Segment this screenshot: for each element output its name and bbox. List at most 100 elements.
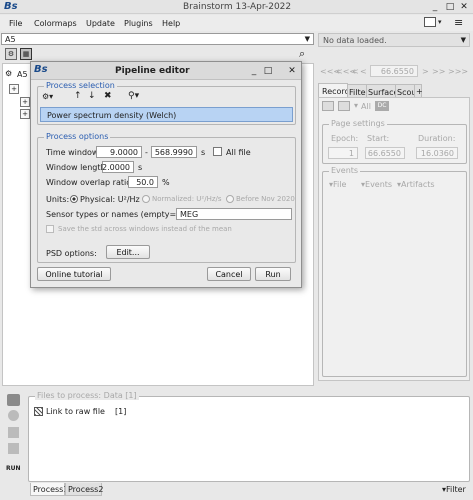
pipeline-editor-dialog: Bs Pipeline editor _ □ ✕ Process selecti… xyxy=(30,61,302,288)
close-icon[interactable]: ✕ xyxy=(459,2,469,12)
duration-field[interactable]: 16.0360 xyxy=(416,147,458,159)
display-mode-icon[interactable] xyxy=(338,101,350,111)
pipeline-menu-icon[interactable]: ⚲▾ xyxy=(128,91,139,101)
process-selection-group: Process selection ⚙▾ ↑ ↓ ✖ ⚲▾ Power spec… xyxy=(37,81,296,125)
epoch-spinner[interactable]: 1 xyxy=(328,147,358,159)
process-select-icon[interactable] xyxy=(7,394,20,406)
time-back-0[interactable]: < xyxy=(360,67,367,76)
montage-dropdown[interactable]: ▾ xyxy=(354,101,358,110)
page-settings-title: Page settings xyxy=(329,119,387,128)
tab-add[interactable]: + xyxy=(414,84,423,97)
protocol-select[interactable]: A5 ▼ xyxy=(1,33,314,45)
menu-help[interactable]: Help xyxy=(162,19,180,28)
expand-icon[interactable]: + xyxy=(20,109,30,119)
save-std-checkbox[interactable] xyxy=(46,225,54,233)
sensor-types-label: Sensor types or names (empty=all): xyxy=(46,210,192,219)
run-dialog-button[interactable]: Run xyxy=(255,267,291,281)
process-list-item[interactable]: Power spectrum density (Welch) xyxy=(40,107,293,122)
maximize-icon[interactable]: □ xyxy=(445,2,455,12)
events-menu-artifacts[interactable]: ▾Artifacts xyxy=(397,180,435,189)
dialog-logo: Bs xyxy=(34,64,48,75)
delete-process-icon[interactable]: ✖ xyxy=(104,91,112,101)
events-title: Events xyxy=(329,166,361,175)
options-icon[interactable]: ≡ xyxy=(454,16,463,29)
tab-process2[interactable]: Process2 xyxy=(65,483,103,496)
physical-radio[interactable] xyxy=(70,195,78,203)
process-filter-icon[interactable] xyxy=(8,410,19,421)
overlap-input[interactable]: 50.0 xyxy=(128,176,158,188)
time-forward-2[interactable]: >> xyxy=(432,67,445,76)
process-sources-icon[interactable] xyxy=(8,427,19,438)
all-file-checkbox[interactable] xyxy=(213,147,222,156)
time-forward-1[interactable]: > xyxy=(422,67,429,76)
online-tutorial-button[interactable]: Online tutorial xyxy=(37,267,111,281)
process-toolbar: RUN xyxy=(2,390,26,482)
cancel-button[interactable]: Cancel xyxy=(207,267,251,281)
before-nov-radio[interactable] xyxy=(226,195,234,203)
process-time-icon[interactable] xyxy=(8,443,19,454)
before-nov-label: Before Nov 2020 xyxy=(236,195,295,203)
filter-dropdown[interactable]: ▾Filter xyxy=(442,485,466,494)
duration-label: Duration: xyxy=(418,134,456,143)
psd-edit-button[interactable]: Edit... xyxy=(106,245,150,259)
time-value[interactable]: 66.6550 xyxy=(370,65,418,77)
protocol-node-label[interactable]: A5 xyxy=(17,70,28,79)
events-menu-events[interactable]: ▾Events xyxy=(361,180,392,189)
menu-update[interactable]: Update xyxy=(86,19,115,28)
window-length-input[interactable]: 2.0000 xyxy=(102,161,134,173)
normalized-label: Normalized: U²/Hz/s xyxy=(152,195,222,203)
physical-label: Physical: U²/Hz xyxy=(80,195,140,204)
move-down-icon[interactable]: ↓ xyxy=(88,91,96,101)
sensor-types-input[interactable]: MEG xyxy=(176,208,292,220)
window-length-label: Window length: xyxy=(46,163,109,172)
main-title-bar: Bs Brainstorm 13-Apr-2022 _ □ ✕ xyxy=(0,0,473,14)
layout-dropdown-icon[interactable]: ▾ xyxy=(438,18,442,26)
menu-file[interactable]: File xyxy=(9,19,22,28)
time-navigator: <<< <<< < < 66.6550 > >> >>> xyxy=(318,64,470,78)
brainstorm-logo: Bs xyxy=(4,1,18,12)
protocol-name: A5 xyxy=(5,34,16,44)
normalized-radio[interactable] xyxy=(142,195,150,203)
functional-view-icon[interactable]: ⚙ xyxy=(5,48,17,60)
expand-icon[interactable]: + xyxy=(9,84,19,94)
time-forward-3[interactable]: >>> xyxy=(448,67,468,76)
layout-icon[interactable] xyxy=(424,17,436,27)
maximize-icon[interactable]: □ xyxy=(263,66,273,76)
process-selection-title: Process selection xyxy=(44,81,117,90)
menu-plugins[interactable]: Plugins xyxy=(124,19,153,28)
time-window-start[interactable]: 9.0000 xyxy=(96,146,142,158)
move-up-icon[interactable]: ↑ xyxy=(74,91,82,101)
explorer-toolbar: ⚙ ▦ ⌕ xyxy=(0,46,314,62)
close-icon[interactable]: ✕ xyxy=(287,66,297,76)
time-window-separator: - xyxy=(145,148,148,157)
chevron-down-icon[interactable]: ▼ xyxy=(461,36,466,44)
tab-surface[interactable]: Surface xyxy=(366,84,398,97)
time-back-1[interactable]: < xyxy=(352,67,359,76)
record-panel: ▾ All DC Page settings Epoch: Start: Dur… xyxy=(318,97,470,381)
dc-offset-toggle[interactable]: DC xyxy=(375,101,389,111)
minimize-icon[interactable]: _ xyxy=(249,66,259,76)
minimize-icon[interactable]: _ xyxy=(430,2,440,12)
subject-view-icon[interactable]: ▦ xyxy=(20,48,32,60)
start-field[interactable]: 66.6550 xyxy=(365,147,405,159)
start-label: Start: xyxy=(367,134,390,143)
time-window-end[interactable]: 568.9990 xyxy=(151,146,197,158)
chevron-down-icon: ▼ xyxy=(304,35,310,43)
menu-bar: File Colormaps Update Plugins Help ▾ ≡ xyxy=(0,15,473,31)
overlap-unit: % xyxy=(162,178,170,187)
add-process-icon[interactable]: ⚙▾ xyxy=(42,92,53,101)
tab-scout[interactable]: Scout xyxy=(395,84,420,97)
montage-icon[interactable] xyxy=(322,101,334,111)
raw-file-label[interactable]: Link to raw file xyxy=(46,407,105,416)
psd-options-label: PSD options: xyxy=(46,249,97,258)
tab-record[interactable]: Record xyxy=(318,83,350,97)
tab-process1[interactable]: Process1 xyxy=(30,483,68,496)
page-settings-group: Page settings Epoch: Start: Duration: 1 … xyxy=(322,119,467,164)
search-icon[interactable]: ⌕ xyxy=(299,47,305,61)
menu-colormaps[interactable]: Colormaps xyxy=(34,19,77,28)
events-menu-file[interactable]: ▾File xyxy=(329,180,346,189)
tab-filter[interactable]: Filter xyxy=(347,84,369,97)
expand-icon[interactable]: + xyxy=(20,97,30,107)
raw-file-icon xyxy=(34,407,43,416)
run-button[interactable]: RUN xyxy=(6,465,21,472)
